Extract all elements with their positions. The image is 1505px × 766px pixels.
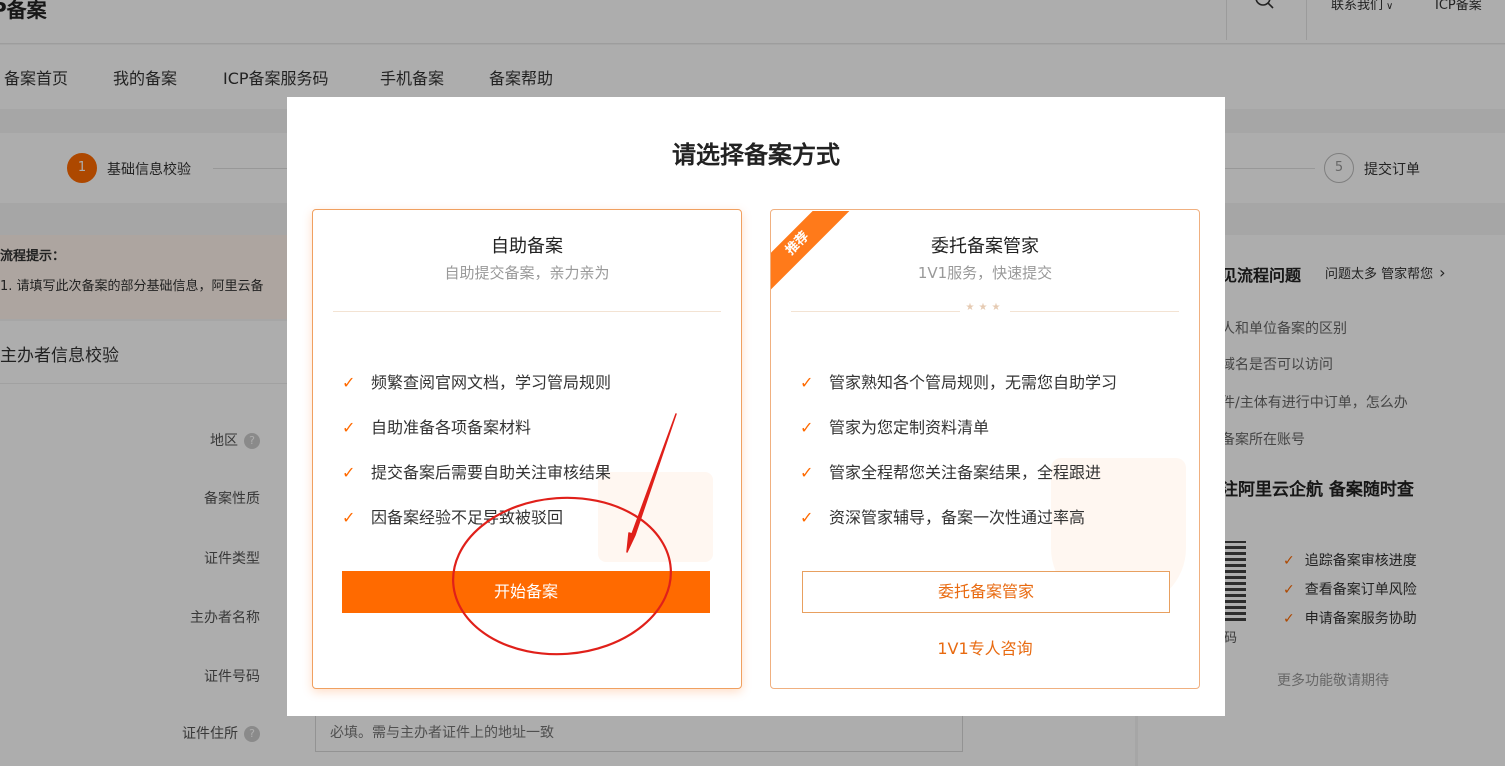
feature-item: ✓ 资深管家辅导，备案一次性通过率高 bbox=[800, 508, 1086, 527]
consult-link[interactable]: 1V1专人咨询 bbox=[771, 635, 1199, 659]
check-icon: ✓ bbox=[800, 418, 814, 437]
feature-item: ✓ 自助准备各项备案材料 bbox=[342, 418, 532, 437]
document-watermark-icon bbox=[598, 472, 713, 562]
start-filing-button[interactable]: 开始备案 bbox=[342, 571, 710, 613]
card-title: 委托备案管家 bbox=[931, 236, 1039, 257]
card-subtitle: 1V1服务，快速提交 bbox=[917, 264, 1053, 282]
check-icon: ✓ bbox=[342, 418, 356, 437]
modal-title: 请选择备案方式 bbox=[672, 141, 840, 169]
check-icon: ✓ bbox=[800, 373, 814, 392]
feature-item: ✓ 管家为您定制资料清单 bbox=[800, 418, 990, 437]
self-filing-card[interactable]: 自助备案 自助提交备案，亲力亲为 ✓ 频繁查阅官网文档，学习管局规则 ✓ 自助准备各… bbox=[312, 209, 742, 689]
agent-filing-card[interactable]: 推荐 委托备案管家 1V1服务，快速提交 ★★★ ✓ 管家熟知各个管局规则，无需您… bbox=[770, 209, 1200, 689]
card-subtitle: 自助提交备案，亲力亲为 bbox=[444, 264, 610, 282]
delegate-agent-button[interactable]: 委托备案管家 bbox=[802, 571, 1170, 613]
feature-item: ✓ 提交备案后需要自助关注审核结果 bbox=[342, 463, 612, 482]
check-icon: ✓ bbox=[342, 508, 356, 527]
card-title: 自助备案 bbox=[491, 236, 563, 257]
feature-item: ✓ 管家全程帮您关注备案结果，全程跟进 bbox=[800, 463, 1102, 482]
feature-item: ✓ 管家熟知各个管局规则，无需您自助学习 bbox=[800, 373, 1118, 392]
check-icon: ✓ bbox=[342, 373, 356, 392]
check-icon: ✓ bbox=[800, 463, 814, 482]
check-icon: ✓ bbox=[800, 508, 814, 527]
check-icon: ✓ bbox=[342, 463, 356, 482]
feature-item: ✓ 频繁查阅官网文档，学习管局规则 bbox=[342, 373, 612, 392]
feature-item: ✓ 因备案经验不足导致被驳回 bbox=[342, 508, 564, 527]
card-divider bbox=[333, 311, 721, 312]
stars-decoration: ★★★ bbox=[771, 302, 1199, 313]
filing-method-modal: 请选择备案方式 自助备案 自助提交备案，亲力亲为 ✓ 频繁查阅官网文档，学习管局规… bbox=[287, 97, 1225, 716]
